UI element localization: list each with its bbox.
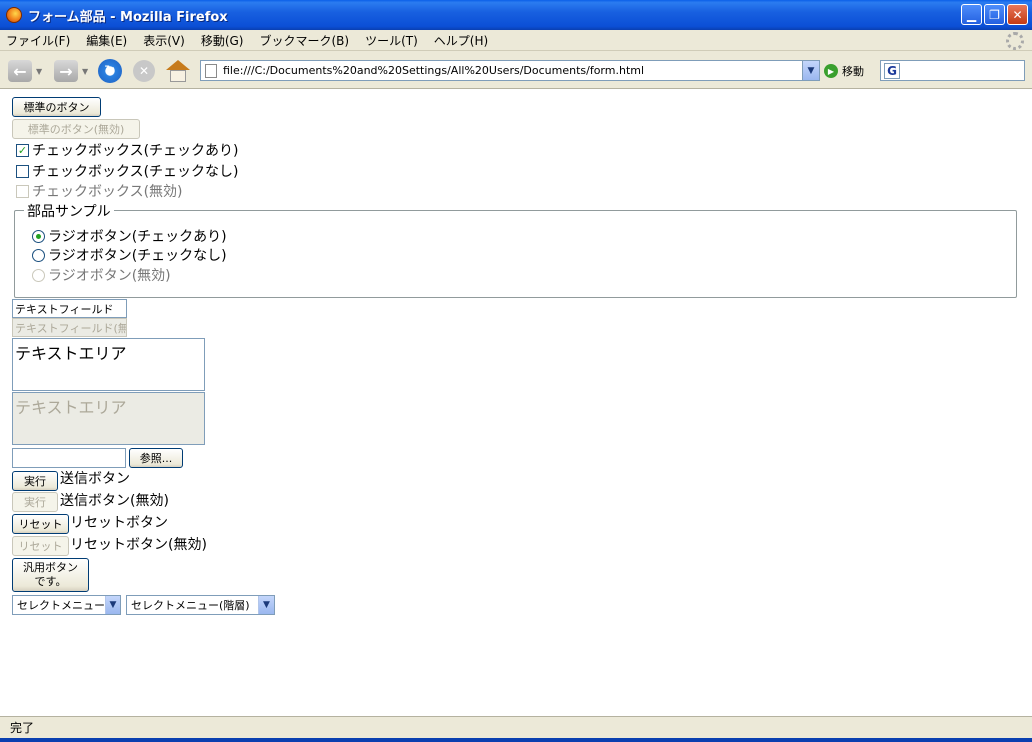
go-button[interactable]: ▶ 移動: [824, 63, 864, 79]
text-area[interactable]: テキストエリア: [12, 338, 205, 391]
back-arrow-icon: ←: [8, 60, 32, 82]
home-icon: [166, 60, 190, 82]
radio-disabled-label: ラジオボタン(無効): [48, 268, 171, 284]
fieldset-legend: 部品サンプル: [24, 201, 114, 221]
minimize-button[interactable]: ▁: [961, 4, 982, 25]
throbber-icon: [1006, 32, 1024, 50]
reset-label-disabled: リセットボタン(無効): [70, 537, 207, 553]
select-menu-arrow-icon[interactable]: ▼: [105, 596, 120, 614]
forward-arrow-icon: →: [54, 60, 78, 82]
menu-view[interactable]: 表示(V): [143, 32, 185, 49]
checkbox-checked[interactable]: ✓: [16, 143, 29, 157]
stop-button[interactable]: ✕: [133, 58, 155, 84]
menu-bookmarks[interactable]: ブックマーク(B): [259, 32, 349, 49]
reload-icon: ↻: [98, 59, 122, 83]
reset-label: リセットボタン: [70, 515, 168, 531]
checkbox-checked-label: チェックボックス(チェックあり): [32, 143, 239, 159]
browse-button[interactable]: 参照...: [129, 448, 183, 468]
checkbox-checked-row[interactable]: ✓ チェックボックス(チェックあり): [16, 140, 239, 160]
generic-button-line1: 汎用ボタン: [23, 561, 78, 574]
generic-button-line2: です。: [34, 575, 67, 588]
firefox-icon: [6, 7, 22, 23]
title-bar: フォーム部品 - Mozilla Firefox ▁ ❐ ✕: [0, 0, 1032, 30]
menu-file[interactable]: ファイル(F): [6, 32, 70, 49]
status-bar: 完了: [0, 716, 1032, 738]
checkbox-disabled-label: チェックボックス(無効): [32, 184, 183, 200]
menu-edit[interactable]: 編集(E): [86, 32, 127, 49]
radio-unchecked[interactable]: [32, 248, 45, 262]
search-engine-icon[interactable]: G: [884, 62, 900, 79]
menu-help[interactable]: ヘルプ(H): [434, 32, 488, 49]
generic-button[interactable]: 汎用ボタン です。: [12, 558, 89, 592]
forward-dropdown-icon[interactable]: ▼: [82, 67, 88, 76]
menu-bar: ファイル(F) 編集(E) 表示(V) 移動(G) ブックマーク(B) ツール(…: [0, 30, 1032, 51]
checkbox-disabled-row: チェックボックス(無効): [16, 181, 183, 201]
close-button[interactable]: ✕: [1007, 4, 1028, 25]
text-field-disabled: テキストフィールド(無効): [12, 318, 127, 337]
url-bar[interactable]: file:///C:/Documents%20and%20Settings/Al…: [200, 60, 820, 81]
submit-label: 送信ボタン: [60, 471, 130, 487]
back-dropdown-icon[interactable]: ▼: [36, 67, 42, 76]
go-label: 移動: [842, 65, 864, 78]
submit-button[interactable]: 実行: [12, 471, 58, 491]
checkbox-unchecked[interactable]: [16, 164, 29, 178]
select-menu[interactable]: セレクトメニュー ▼: [12, 595, 121, 615]
text-area-disabled: テキストエリア: [12, 392, 205, 445]
stop-icon: ✕: [133, 60, 155, 82]
select-menu-grouped-arrow-icon[interactable]: ▼: [258, 596, 274, 614]
standard-button[interactable]: 標準のボタン: [12, 97, 101, 117]
page-content: 標準のボタン 標準のボタン(無効) ✓ チェックボックス(チェックあり) チェッ…: [0, 90, 1032, 716]
menu-tools[interactable]: ツール(T): [365, 32, 418, 49]
radio-checked-label: ラジオボタン(チェックあり): [48, 229, 227, 245]
text-field[interactable]: テキストフィールド: [12, 299, 127, 318]
window-title: フォーム部品 - Mozilla Firefox: [28, 9, 228, 25]
checkbox-unchecked-label: チェックボックス(チェックなし): [32, 164, 239, 180]
select-menu-grouped-value: セレクトメニュー(階層): [131, 599, 250, 612]
radio-unchecked-label: ラジオボタン(チェックなし): [48, 248, 227, 264]
menu-go[interactable]: 移動(G): [201, 32, 244, 49]
home-button[interactable]: [166, 58, 190, 84]
go-icon: ▶: [824, 64, 838, 78]
reset-button-disabled: リセット: [12, 536, 69, 556]
reset-button[interactable]: リセット: [12, 514, 69, 534]
window-controls: ▁ ❐ ✕: [961, 4, 1028, 25]
submit-button-disabled: 実行: [12, 492, 58, 512]
radio-unchecked-row[interactable]: ラジオボタン(チェックなし): [32, 245, 227, 265]
radio-checked-row[interactable]: ラジオボタン(チェックあり): [32, 226, 227, 246]
submit-label-disabled: 送信ボタン(無効): [60, 493, 169, 509]
window-bottom-edge: [0, 738, 1032, 742]
checkbox-unchecked-row[interactable]: チェックボックス(チェックなし): [16, 161, 239, 181]
maximize-button[interactable]: ❐: [984, 4, 1005, 25]
url-text[interactable]: file:///C:/Documents%20and%20Settings/Al…: [223, 64, 802, 77]
radio-disabled: [32, 268, 45, 282]
reload-button[interactable]: ↻: [98, 58, 122, 84]
page-icon: [205, 63, 217, 78]
status-text: 完了: [10, 721, 35, 735]
file-path-input[interactable]: [12, 448, 126, 468]
select-menu-grouped[interactable]: セレクトメニュー(階層) ▼: [126, 595, 275, 615]
radio-checked[interactable]: [32, 229, 45, 243]
select-menu-value: セレクトメニュー: [17, 599, 105, 612]
radio-disabled-row: ラジオボタン(無効): [32, 265, 171, 285]
url-history-dropdown[interactable]: ▼: [802, 61, 819, 80]
checkbox-disabled: [16, 184, 29, 198]
navigation-toolbar: ← ▼ → ▼ ↻ ✕ file:///C:/Documents%20and%2…: [0, 51, 1032, 89]
back-button[interactable]: ← ▼: [8, 58, 42, 84]
forward-button[interactable]: → ▼: [54, 58, 88, 84]
standard-button-disabled: 標準のボタン(無効): [12, 119, 140, 139]
search-box[interactable]: G: [880, 60, 1025, 81]
